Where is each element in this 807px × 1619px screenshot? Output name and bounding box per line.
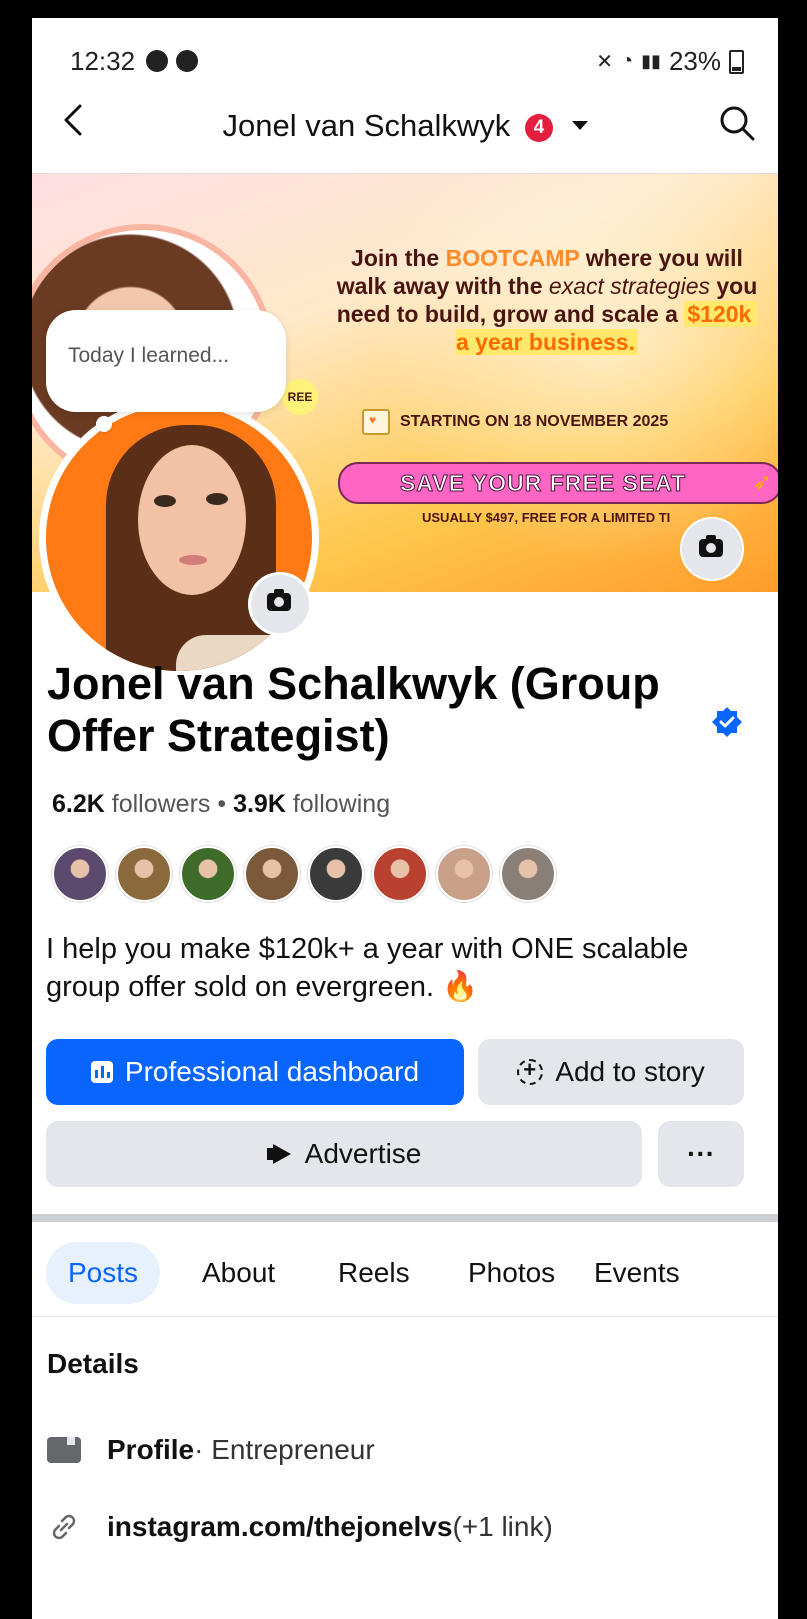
avatar-lips [179,555,207,565]
calendar-icon [362,409,390,435]
avatar-face [138,445,246,595]
camera-icon [699,535,723,557]
search-icon[interactable] [716,102,758,144]
edit-profile-picture-button[interactable] [248,572,312,636]
following-label[interactable]: following [286,790,390,818]
headline-part1: Join the [351,245,446,271]
friend-avatar[interactable] [500,846,556,902]
pinterest-icon [176,50,198,72]
profile-label: Profile [107,1434,195,1465]
headline-bootcamp: BOOTCAMP [445,245,580,271]
advertise-button[interactable]: Advertise [46,1121,642,1187]
mute-icon: ✕ [596,51,614,73]
section-separator [32,1214,778,1222]
friend-avatar[interactable] [52,846,108,902]
status-time: 12:32 [70,46,136,76]
chevron-down-icon [571,121,588,130]
instagram-link[interactable]: instagram.com/thejonelvs [107,1511,452,1543]
dashboard-label: Professional dashboard [124,1056,420,1087]
battery-icon [729,49,744,74]
category-icon [47,1437,81,1463]
phone-screen: 12:32 ✕ ◔ ▮▮ 23% Jonel van Schalkwyk 4 J… [32,18,778,1619]
following-count[interactable]: 3.9K [233,790,286,818]
profile-bio: I help you make $120k+ a year with ONE s… [46,933,689,1003]
add-story-icon [517,1057,544,1085]
profile-tabs: Posts About Reels Photos Events [32,1238,778,1308]
friend-avatar[interactable] [116,846,172,902]
friend-avatar[interactable] [436,846,492,902]
nav-title: Jonel van Schalkwyk [222,108,511,143]
profile-category: · Entrepreneur [194,1434,375,1465]
followers-label[interactable]: followers [105,790,211,818]
professional-dashboard-button[interactable]: Professional dashboard [46,1039,464,1105]
link-icon [52,1514,76,1540]
notification-badge: 4 [524,114,553,142]
signal-icon: ▮▮ [641,51,661,71]
cta-text: SAVE YOUR FREE SEAT [399,470,687,497]
advertise-label: Advertise [304,1138,422,1169]
headline-amount: $120k [684,301,755,327]
start-date-text: STARTING ON 18 NOVEMBER 2025 [400,413,669,430]
friend-avatar[interactable] [372,846,428,902]
headline-italic: exact strategies [548,273,710,299]
verified-badge-icon [712,707,742,737]
more-options-button[interactable]: ··· [658,1121,744,1187]
add-to-story-button[interactable]: Add to story [478,1039,744,1105]
edit-cover-camera-button[interactable] [680,517,744,581]
tab-posts[interactable]: Posts [46,1242,161,1304]
avatar-eye-left [154,495,176,507]
tab-events[interactable]: Events [572,1242,702,1304]
detail-profile-category: Profile · Entrepreneur [47,1434,375,1466]
tabs-divider [32,1316,778,1317]
note-bubble-tail [96,416,112,432]
tab-photos[interactable]: Photos [446,1242,577,1304]
cover-cta-banner: SAVE YOUR FREE SEAT ➶ [338,462,778,504]
messenger-icon [146,50,168,72]
note-bubble[interactable]: Today I learned... [46,310,286,412]
cover-start-date: STARTING ON 18 NOVEMBER 2025 [362,409,762,435]
camera-icon [267,589,291,611]
dashboard-icon [90,1061,113,1083]
friends-avatars[interactable] [52,846,556,902]
avatar-eye-right [206,493,228,505]
battery-percent: 23% [668,46,721,76]
more-links[interactable]: (+1 link) [452,1511,552,1543]
note-text: Today I learned... [68,344,230,367]
followers-count[interactable]: 6.2K [52,790,105,818]
story-label: Add to story [555,1056,705,1087]
details-heading: Details [47,1348,139,1379]
profile-name: Jonel van Schalkwyk (Group Offer Strateg… [47,658,660,761]
stats-separator: • [210,790,234,818]
friend-avatar[interactable] [180,846,236,902]
status-right: ✕ ◔ ▮▮ 23% [596,46,744,77]
cursor-icon: ➶ [751,469,772,496]
tab-reels[interactable]: Reels [316,1242,432,1304]
cover-subtext: USUALLY $497, FREE FOR A LIMITED TI [422,510,671,525]
wifi-icon: ◔ [621,50,634,72]
friend-avatar[interactable] [244,846,300,902]
tab-about[interactable]: About [180,1242,297,1304]
cover-headline: Join the BOOTCAMP where you will walk aw… [332,244,762,356]
friend-avatar[interactable] [308,846,364,902]
top-nav: Jonel van Schalkwyk 4 [32,88,778,173]
follow-stats: 6.2K followers • 3.9K following [52,790,390,819]
more-icon: ··· [687,1138,715,1169]
profile-switcher[interactable]: Jonel van Schalkwyk 4 [32,108,778,144]
detail-link[interactable]: instagram.com/thejonelvs (+1 link) [47,1510,553,1544]
megaphone-icon [266,1144,293,1164]
status-bar: 12:32 ✕ ◔ ▮▮ 23% [32,18,778,88]
